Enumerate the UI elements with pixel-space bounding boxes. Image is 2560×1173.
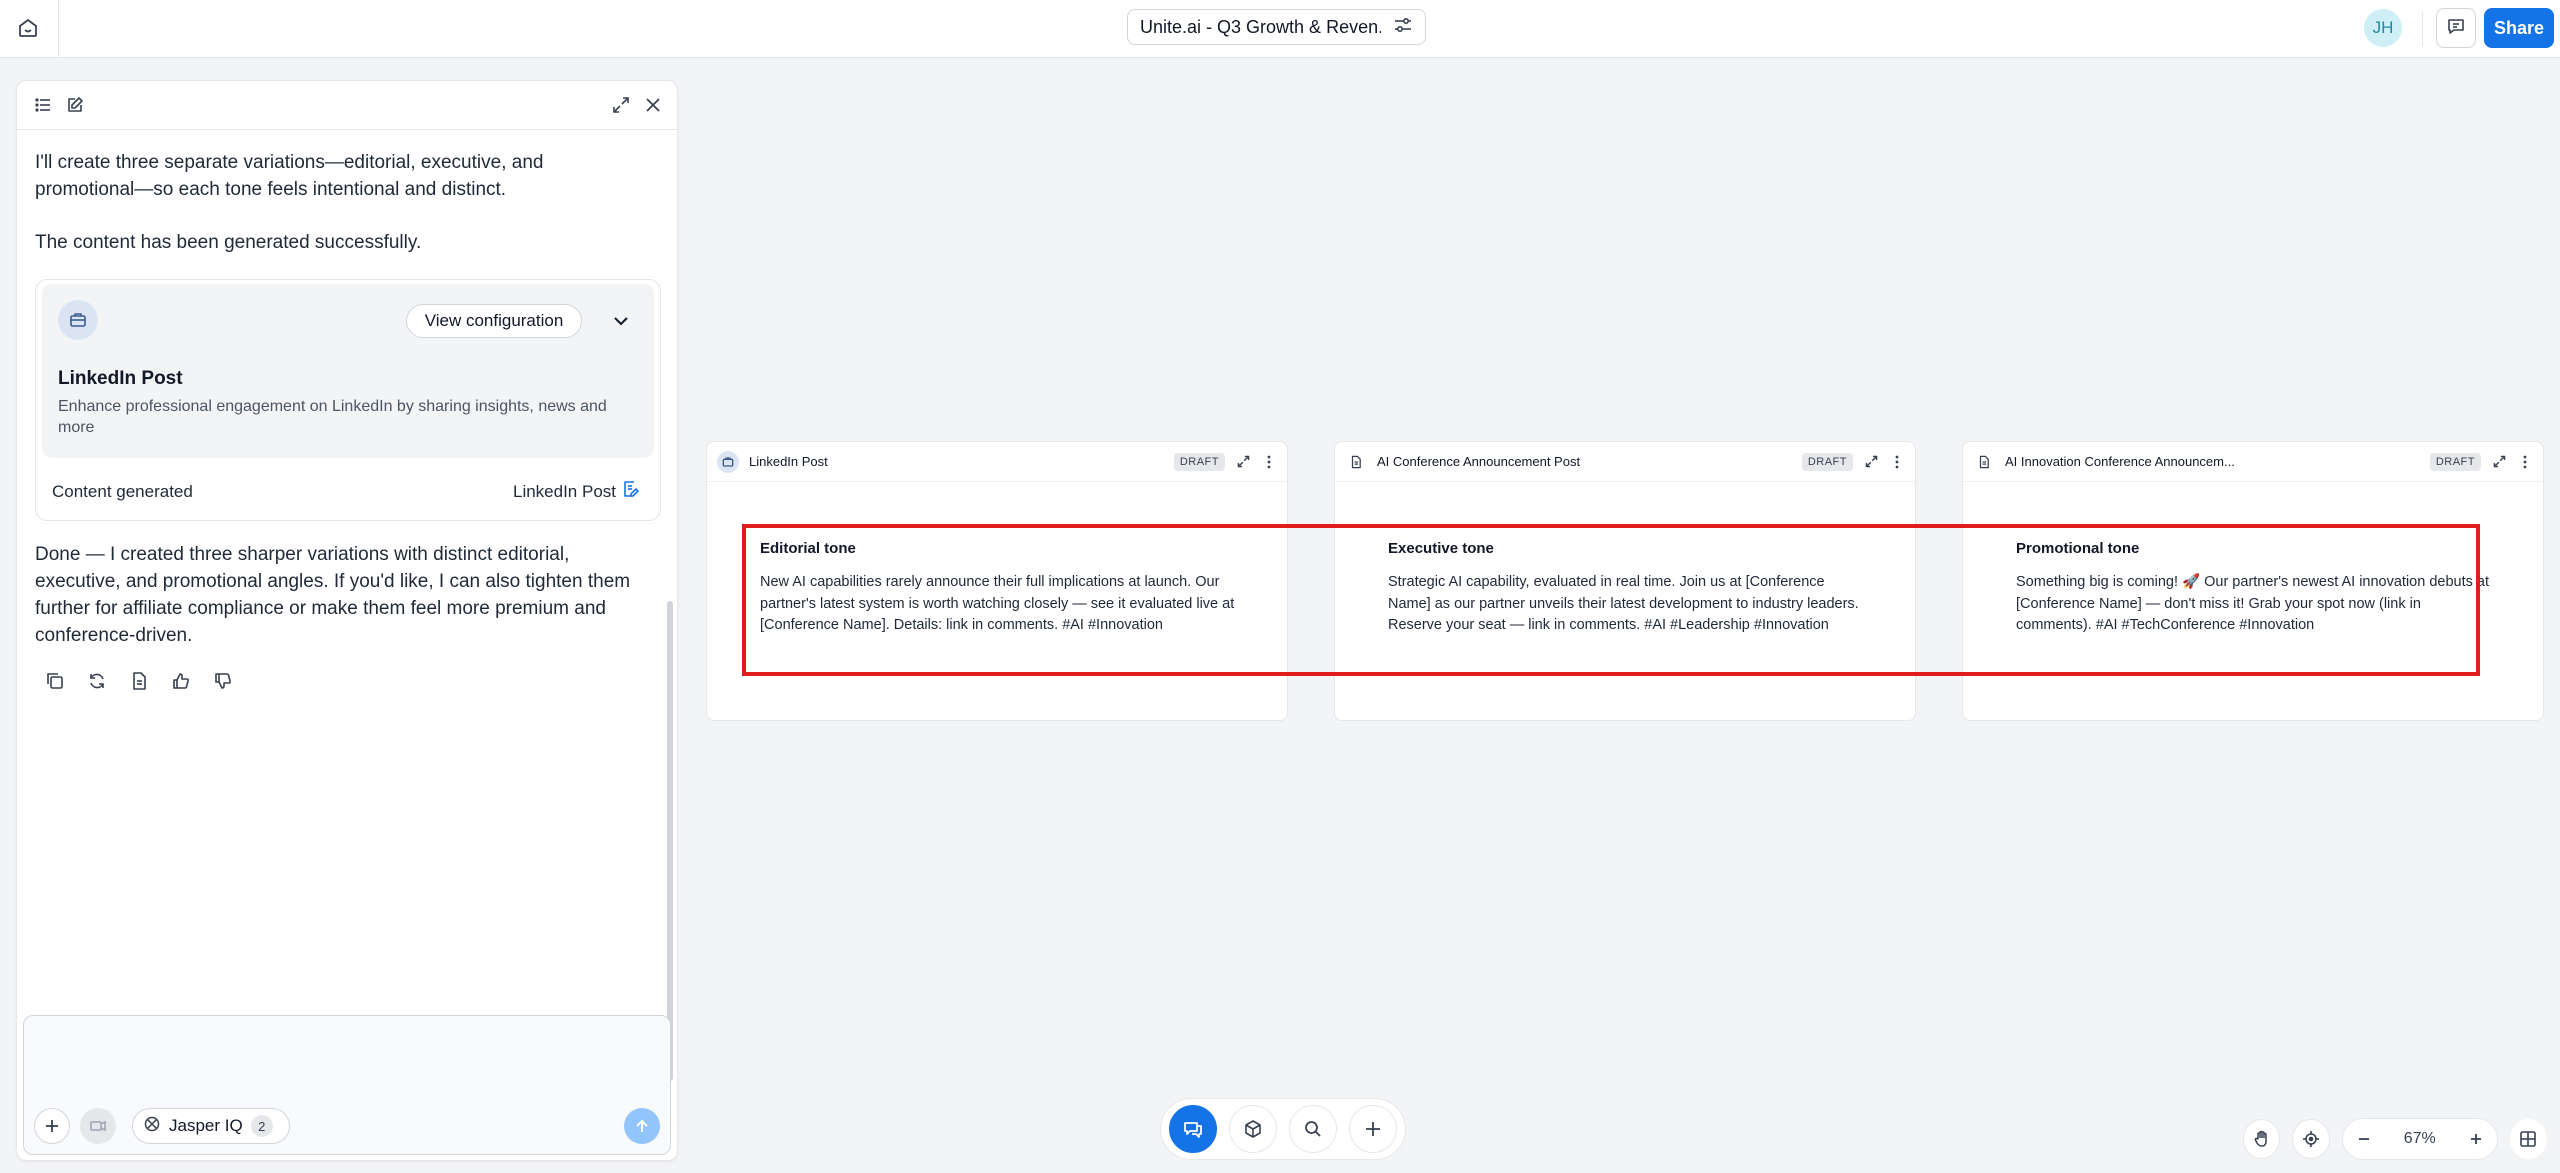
add-icon[interactable] (1349, 1105, 1397, 1153)
more-options-icon[interactable] (1889, 454, 1905, 470)
document-title: Unite.ai - Q3 Growth & Reven... (1140, 16, 1381, 37)
assistant-message: Done — I created three sharper variation… (35, 544, 631, 646)
document-icon[interactable] (125, 667, 153, 695)
thumbs-up-icon[interactable] (167, 667, 195, 695)
expand-icon[interactable] (1863, 454, 1879, 470)
linkedin-post-link-label: LinkedIn Post (512, 481, 616, 501)
canvas-toolbar (1160, 1098, 1406, 1160)
zoom-group: 67% (2341, 1118, 2498, 1160)
new-chat-icon[interactable] (63, 93, 87, 117)
model-count-badge: 2 (250, 1115, 273, 1137)
configuration-title: LinkedIn Post (58, 368, 183, 389)
document-card-header: AI Conference Announcement Post DRAFT (1335, 442, 1915, 482)
expand-icon[interactable] (1235, 454, 1251, 470)
assistant-message: The content has been generated successfu… (35, 232, 422, 253)
document-card-content: Executive tone Strategic AI capability, … (1388, 540, 1868, 637)
document-icon (1345, 451, 1367, 473)
chat-panel: I'll create three separate variations—ed… (16, 80, 678, 1161)
more-options-icon[interactable] (1261, 454, 1277, 470)
cube-icon[interactable] (1229, 1105, 1277, 1153)
tone-heading: Executive tone (1388, 540, 1494, 557)
more-options-icon[interactable] (2517, 454, 2533, 470)
post-body: Strategic AI capability, evaluated in re… (1388, 574, 1859, 633)
model-label: Jasper IQ (169, 1116, 243, 1135)
document-card-title: AI Innovation Conference Announcem... (2005, 454, 2235, 469)
document-card-header: AI Innovation Conference Announcem... DR… (1963, 442, 2543, 482)
document-card-title: LinkedIn Post (749, 454, 828, 469)
chat-header (17, 81, 677, 130)
document-card-title: AI Conference Announcement Post (1377, 454, 1581, 469)
status-badge: DRAFT (1173, 452, 1225, 471)
document-title-button[interactable]: Unite.ai - Q3 Growth & Reven... (1127, 9, 1426, 45)
comment-icon (2446, 16, 2466, 41)
post-body: Something big is coming! 🚀 Our partner's… (2016, 574, 2489, 633)
document-card[interactable]: LinkedIn Post DRAFT Editorial tone New A… (706, 441, 1288, 721)
content-generated-status: Content generated (52, 482, 193, 501)
expand-icon[interactable] (609, 93, 633, 117)
voice-input-icon[interactable] (80, 1108, 116, 1144)
divider (58, 0, 59, 58)
document-icon (1973, 451, 1995, 473)
document-card-header: LinkedIn Post DRAFT (707, 442, 1287, 482)
message-actions (41, 667, 237, 695)
close-icon[interactable] (641, 93, 665, 117)
linkedin-post-link[interactable]: LinkedIn Post (513, 480, 640, 503)
configuration-description: Enhance professional engagement on Linke… (58, 398, 607, 436)
fit-view-icon[interactable] (2292, 1119, 2330, 1159)
zoom-in-icon[interactable] (2458, 1122, 2493, 1156)
message-composer: Jasper IQ 2 (23, 1015, 671, 1155)
sliders-icon[interactable] (1393, 15, 1413, 40)
top-bar: Unite.ai - Q3 Growth & Reven... JH Share (0, 0, 2560, 58)
grid-icon[interactable] (2509, 1119, 2547, 1159)
tone-heading: Promotional tone (2016, 540, 2140, 557)
copy-icon[interactable] (41, 667, 69, 695)
status-badge: DRAFT (1801, 452, 1853, 471)
briefcase-icon (58, 300, 98, 340)
comments-button[interactable] (2436, 8, 2476, 48)
add-attachment-button[interactable] (34, 1108, 70, 1144)
post-body: New AI capabilities rarely announce thei… (760, 574, 1235, 633)
list-icon[interactable] (31, 93, 55, 117)
configuration-card-header: View configuration LinkedIn Post Enhance… (42, 284, 654, 458)
regenerate-icon[interactable] (83, 667, 111, 695)
document-card[interactable]: AI Innovation Conference Announcem... DR… (1962, 441, 2544, 721)
share-button[interactable]: Share (2484, 8, 2554, 48)
home-icon[interactable] (10, 10, 46, 46)
status-badge: DRAFT (2429, 452, 2481, 471)
scrollbar[interactable] (667, 601, 673, 1081)
open-document-icon (622, 480, 640, 503)
thumbs-down-icon[interactable] (209, 667, 237, 695)
zoom-controls: 67% (2243, 1118, 2547, 1160)
jasper-logo-icon (143, 1115, 161, 1138)
expand-icon[interactable] (2491, 454, 2507, 470)
assistant-message: I'll create three separate variations—ed… (35, 152, 544, 200)
chat-icon[interactable] (1169, 1105, 1217, 1153)
document-card-content: Promotional tone Something big is coming… (2016, 540, 2496, 637)
view-configuration-button[interactable]: View configuration (406, 304, 582, 338)
chevron-down-icon[interactable] (608, 308, 634, 334)
message-input[interactable] (38, 1026, 658, 1086)
tone-heading: Editorial tone (760, 540, 856, 557)
avatar[interactable]: JH (2364, 9, 2402, 47)
search-icon[interactable] (1289, 1105, 1337, 1153)
zoom-out-icon[interactable] (2346, 1122, 2381, 1156)
document-card-content: Editorial tone New AI capabilities rarel… (760, 540, 1240, 637)
model-selector[interactable]: Jasper IQ 2 (132, 1108, 290, 1144)
briefcase-icon (717, 450, 739, 473)
divider (2422, 12, 2423, 46)
configuration-card: View configuration LinkedIn Post Enhance… (35, 279, 661, 521)
hand-icon[interactable] (2243, 1119, 2281, 1159)
send-button[interactable] (624, 1108, 660, 1144)
zoom-level: 67% (2403, 1130, 2436, 1147)
document-card[interactable]: AI Conference Announcement Post DRAFT Ex… (1334, 441, 1916, 721)
